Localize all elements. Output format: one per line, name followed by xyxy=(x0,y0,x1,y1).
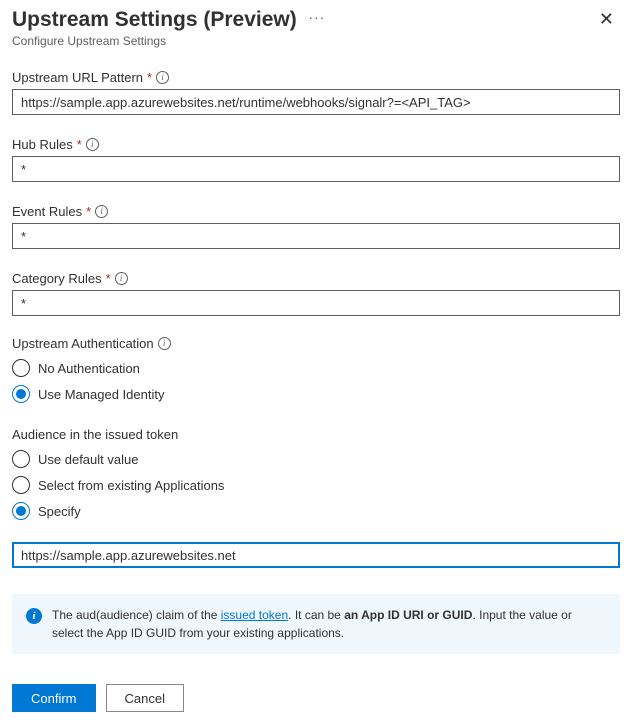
radio-icon xyxy=(12,476,30,494)
panel-header: Upstream Settings (Preview) ··· Configur… xyxy=(12,8,620,48)
info-icon[interactable]: i xyxy=(95,205,108,218)
radio-icon xyxy=(12,359,30,377)
auth-radio-group: No Authentication Use Managed Identity xyxy=(12,355,620,407)
required-mark: * xyxy=(106,271,111,286)
field-category-rules: Category Rules * i xyxy=(12,271,620,316)
required-mark: * xyxy=(77,137,82,152)
audience-radio-group: Use default value Select from existing A… xyxy=(12,446,620,524)
radio-label: Use Managed Identity xyxy=(38,387,164,402)
radio-label: Specify xyxy=(38,504,81,519)
radio-label: Select from existing Applications xyxy=(38,478,224,493)
info-icon[interactable]: i xyxy=(158,337,171,350)
issued-token-link[interactable]: issued token xyxy=(221,608,288,622)
info-icon[interactable]: i xyxy=(86,138,99,151)
info-icon: i xyxy=(26,608,42,624)
footer-actions: Confirm Cancel xyxy=(12,684,620,712)
radio-icon xyxy=(12,502,30,520)
required-mark: * xyxy=(86,204,91,219)
url-label: Upstream URL Pattern xyxy=(12,70,143,85)
info-icon[interactable]: i xyxy=(156,71,169,84)
category-input[interactable] xyxy=(12,290,620,316)
radio-managed-identity[interactable]: Use Managed Identity xyxy=(12,381,620,407)
confirm-button[interactable]: Confirm xyxy=(12,684,96,712)
field-hub-rules: Hub Rules * i xyxy=(12,137,620,182)
required-mark: * xyxy=(147,70,152,85)
radio-label: Use default value xyxy=(38,452,138,467)
cancel-button[interactable]: Cancel xyxy=(106,684,184,712)
category-label: Category Rules xyxy=(12,271,102,286)
close-icon[interactable]: ✕ xyxy=(593,8,620,30)
event-label: Event Rules xyxy=(12,204,82,219)
page-title: Upstream Settings (Preview) xyxy=(12,8,297,32)
url-input[interactable] xyxy=(12,89,620,115)
audience-input[interactable] xyxy=(12,542,620,568)
page-subtitle: Configure Upstream Settings xyxy=(12,34,593,48)
info-note: i The aud(audience) claim of the issued … xyxy=(12,594,620,654)
info-icon[interactable]: i xyxy=(115,272,128,285)
auth-section-label: Upstream Authentication i xyxy=(12,336,620,351)
event-input[interactable] xyxy=(12,223,620,249)
note-text: The aud(audience) claim of the issued to… xyxy=(52,606,606,642)
field-upstream-url: Upstream URL Pattern * i xyxy=(12,70,620,115)
audience-section-label: Audience in the issued token xyxy=(12,427,620,442)
radio-icon xyxy=(12,450,30,468)
radio-audience-default[interactable]: Use default value xyxy=(12,446,620,472)
hub-input[interactable] xyxy=(12,156,620,182)
radio-audience-specify[interactable]: Specify xyxy=(12,498,620,524)
more-actions-icon[interactable]: ··· xyxy=(308,9,325,25)
radio-label: No Authentication xyxy=(38,361,140,376)
radio-no-auth[interactable]: No Authentication xyxy=(12,355,620,381)
field-event-rules: Event Rules * i xyxy=(12,204,620,249)
radio-icon xyxy=(12,385,30,403)
radio-audience-existing[interactable]: Select from existing Applications xyxy=(12,472,620,498)
hub-label: Hub Rules xyxy=(12,137,73,152)
